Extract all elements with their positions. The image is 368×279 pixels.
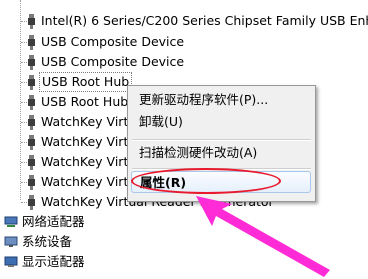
tree-connector-line: [20, 0, 21, 200]
usb-plug-icon: [28, 14, 35, 29]
usb-plug-icon: [28, 35, 35, 50]
tree-category-label: 网络适配器: [22, 214, 85, 229]
menu-separator: [132, 139, 311, 141]
menu-item-uninstall[interactable]: 卸载(U): [131, 111, 311, 133]
system-devices-icon: [4, 236, 18, 247]
tree-item-label: USB Root Hub: [39, 72, 133, 92]
tree-category-label: 系统设备: [22, 234, 73, 249]
network-adapter-icon: [4, 216, 18, 227]
usb-plug-icon: [28, 95, 35, 110]
display-adapter-icon: [4, 256, 18, 267]
tree-item-label: Intel(R) 6 Series/C200 Series Chipset Fa…: [41, 13, 368, 28]
usb-plug-icon: [28, 115, 35, 130]
usb-plug-icon: [28, 75, 35, 90]
tree-category-label: 显示适配器: [22, 254, 85, 269]
tree-item-label: USB Composite Device: [41, 54, 185, 69]
usb-plug-icon: [28, 135, 35, 150]
tree-item-label: USB Composite Device: [41, 34, 185, 49]
usb-plug-icon: [28, 195, 35, 210]
usb-plug-icon: [28, 175, 35, 190]
menu-item-scan-hardware-changes[interactable]: 扫描检测硬件改动(A): [131, 142, 311, 164]
annotation-ellipse: [131, 168, 281, 194]
usb-plug-icon: [28, 55, 35, 70]
menu-item-update-driver[interactable]: 更新驱动程序软件(P)...: [131, 89, 311, 111]
tree-item-label: USB Root Hub: [41, 94, 129, 109]
usb-plug-icon: [28, 155, 35, 170]
